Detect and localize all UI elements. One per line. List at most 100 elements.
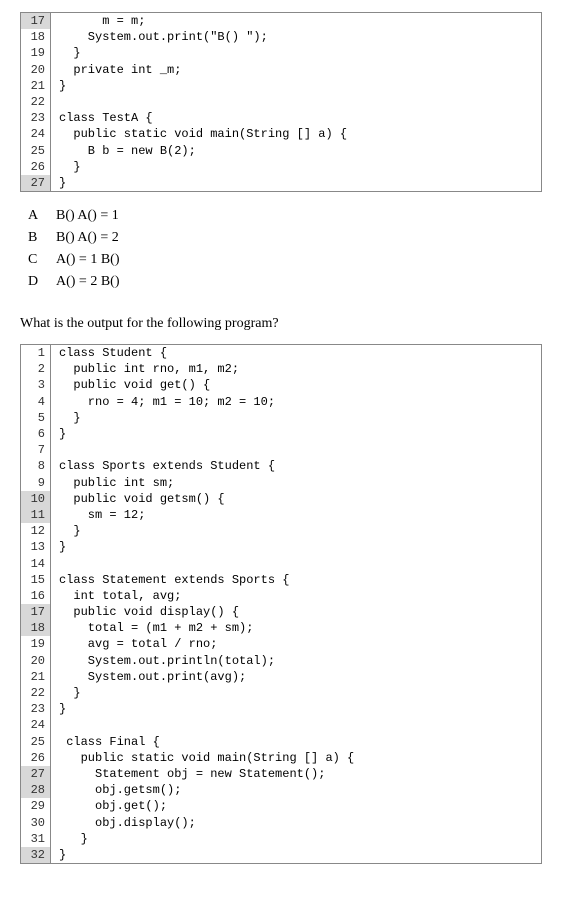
code-line: 22 } (21, 685, 541, 701)
code-text: System.out.print("B() "); (51, 29, 541, 45)
line-number: 25 (21, 143, 51, 159)
code-text: public void getsm() { (51, 491, 541, 507)
code-text: public int rno, m1, m2; (51, 361, 541, 377)
option-row: AB() A() = 1 (28, 208, 542, 224)
code-line: 11 sm = 12; (21, 507, 541, 523)
line-number: 24 (21, 717, 51, 733)
code-line: 14 (21, 556, 541, 572)
code-text: } (51, 685, 541, 701)
line-number: 13 (21, 539, 51, 555)
code-line: 32} (21, 847, 541, 863)
code-line: 8class Sports extends Student { (21, 458, 541, 474)
code-line: 19 avg = total / rno; (21, 636, 541, 652)
line-number: 32 (21, 847, 51, 863)
code-line: 20 System.out.println(total); (21, 653, 541, 669)
code-text: public void display() { (51, 604, 541, 620)
code-text: class Student { (51, 345, 541, 361)
code-line: 27 Statement obj = new Statement(); (21, 766, 541, 782)
line-number: 12 (21, 523, 51, 539)
code-block-2: 1class Student {2 public int rno, m1, m2… (20, 344, 542, 864)
line-number: 24 (21, 126, 51, 142)
code-line: 3 public void get() { (21, 377, 541, 393)
code-text: class Statement extends Sports { (51, 572, 541, 588)
code-text: } (51, 175, 541, 191)
option-letter: A (28, 208, 56, 224)
code-line: 7 (21, 442, 541, 458)
code-line: 21} (21, 78, 541, 94)
code-line: 2 public int rno, m1, m2; (21, 361, 541, 377)
code-line: 31 } (21, 831, 541, 847)
line-number: 17 (21, 604, 51, 620)
code-text: public static void main(String [] a) { (51, 126, 541, 142)
line-number: 4 (21, 394, 51, 410)
line-number: 16 (21, 588, 51, 604)
option-row: CA() = 1 B() (28, 252, 542, 268)
line-number: 26 (21, 159, 51, 175)
line-number: 20 (21, 653, 51, 669)
code-block-1: 17 m = m;18 System.out.print("B() ");19 … (20, 12, 542, 192)
code-text: } (51, 410, 541, 426)
code-text: System.out.println(total); (51, 653, 541, 669)
line-number: 17 (21, 13, 51, 29)
code-line: 20 private int _m; (21, 62, 541, 78)
line-number: 7 (21, 442, 51, 458)
line-number: 21 (21, 78, 51, 94)
code-text: private int _m; (51, 62, 541, 78)
option-text: B() A() = 1 (56, 208, 119, 224)
option-letter: C (28, 252, 56, 268)
line-number: 20 (21, 62, 51, 78)
code-text: } (51, 78, 541, 94)
code-text: public int sm; (51, 475, 541, 491)
line-number: 19 (21, 45, 51, 61)
line-number: 11 (21, 507, 51, 523)
option-text: A() = 2 B() (56, 274, 120, 290)
code-text (51, 556, 541, 572)
code-text: obj.get(); (51, 798, 541, 814)
line-number: 25 (21, 734, 51, 750)
code-text: m = m; (51, 13, 541, 29)
code-text: B b = new B(2); (51, 143, 541, 159)
line-number: 28 (21, 782, 51, 798)
line-number: 31 (21, 831, 51, 847)
code-line: 15class Statement extends Sports { (21, 572, 541, 588)
code-text: public void get() { (51, 377, 541, 393)
code-line: 23class TestA { (21, 110, 541, 126)
line-number: 22 (21, 94, 51, 110)
code-line: 27} (21, 175, 541, 191)
answer-options: AB() A() = 1BB() A() = 2CA() = 1 B()DA()… (28, 208, 542, 290)
code-text (51, 717, 541, 733)
code-text: avg = total / rno; (51, 636, 541, 652)
code-text: } (51, 426, 541, 442)
line-number: 30 (21, 815, 51, 831)
code-line: 25 B b = new B(2); (21, 143, 541, 159)
code-text: sm = 12; (51, 507, 541, 523)
code-line: 24 (21, 717, 541, 733)
code-line: 19 } (21, 45, 541, 61)
option-row: DA() = 2 B() (28, 274, 542, 290)
line-number: 10 (21, 491, 51, 507)
code-text: } (51, 539, 541, 555)
option-letter: D (28, 274, 56, 290)
line-number: 8 (21, 458, 51, 474)
line-number: 18 (21, 620, 51, 636)
code-text: class Sports extends Student { (51, 458, 541, 474)
code-line: 5 } (21, 410, 541, 426)
code-line: 1class Student { (21, 345, 541, 361)
line-number: 3 (21, 377, 51, 393)
code-text: class TestA { (51, 110, 541, 126)
code-line: 17 public void display() { (21, 604, 541, 620)
line-number: 6 (21, 426, 51, 442)
code-text: } (51, 701, 541, 717)
option-text: B() A() = 2 (56, 230, 119, 246)
code-line: 28 obj.getsm(); (21, 782, 541, 798)
line-number: 5 (21, 410, 51, 426)
code-line: 6} (21, 426, 541, 442)
code-line: 12 } (21, 523, 541, 539)
code-line: 22 (21, 94, 541, 110)
code-text: obj.getsm(); (51, 782, 541, 798)
code-text: } (51, 831, 541, 847)
code-line: 30 obj.display(); (21, 815, 541, 831)
code-line: 10 public void getsm() { (21, 491, 541, 507)
code-text: } (51, 159, 541, 175)
line-number: 23 (21, 110, 51, 126)
